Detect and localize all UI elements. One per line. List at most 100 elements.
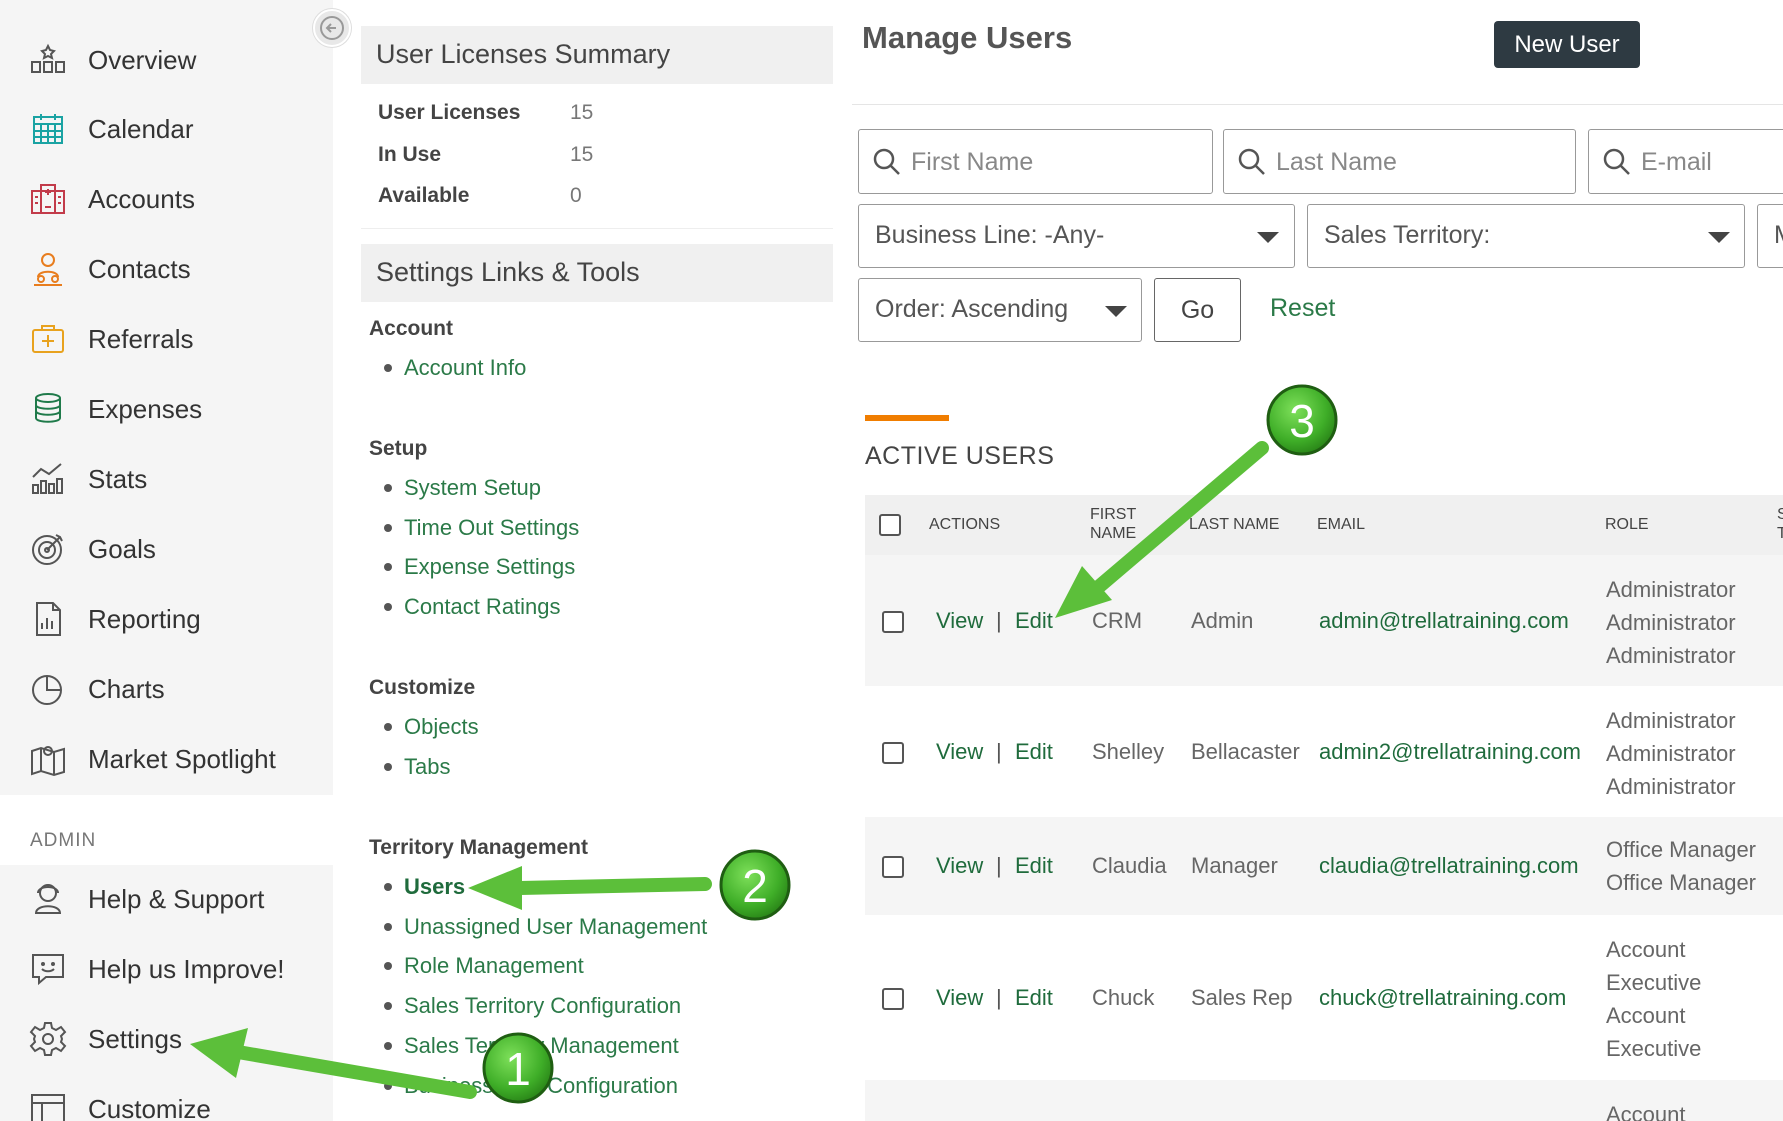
email-input[interactable] <box>1641 142 1783 182</box>
email-link[interactable]: admin2@trellatraining.com <box>1319 739 1581 765</box>
license-label: User Licenses <box>378 101 521 124</box>
sidebar-item-customize[interactable]: Customize <box>0 1078 333 1121</box>
reset-link[interactable]: Reset <box>1270 294 1335 323</box>
sidebar-item-referrals[interactable]: Referrals <box>0 308 333 370</box>
edit-link[interactable]: Edit <box>1015 853 1053 879</box>
sidebar-item-accounts[interactable]: Accounts <box>0 168 333 230</box>
select-all-checkbox[interactable] <box>879 514 901 536</box>
table-row: Account <box>865 1080 1783 1121</box>
column-header-partial-line2: T <box>1777 525 1783 542</box>
first-name-search-field[interactable] <box>858 129 1213 194</box>
email-link[interactable]: chuck@trellatraining.com <box>1319 985 1566 1011</box>
link-expense-settings[interactable]: Expense Settings <box>384 554 575 580</box>
column-header-email: EMAIL <box>1317 516 1366 533</box>
order-select[interactable]: Order: Ascending <box>858 278 1142 342</box>
link-business-line-configuration[interactable]: Business Line Configuration <box>384 1073 678 1099</box>
sidebar-item-label: Settings <box>88 1023 182 1054</box>
link-unassigned-user-management[interactable]: Unassigned User Management <box>384 914 707 940</box>
bullet <box>384 1042 392 1050</box>
reporting-icon <box>28 599 68 639</box>
table-row: View | Edit Claudia Manager claudia@trel… <box>865 817 1783 915</box>
edit-link[interactable]: Edit <box>1015 608 1053 634</box>
overview-icon <box>28 40 68 80</box>
row-checkbox[interactable] <box>882 742 904 764</box>
new-user-button[interactable]: New User <box>1494 21 1640 68</box>
email-link[interactable]: admin@trellatraining.com <box>1319 608 1569 634</box>
sidebar-item-stats[interactable]: Stats <box>0 448 333 510</box>
link-objects[interactable]: Objects <box>384 714 479 740</box>
sidebar-item-label: Accounts <box>88 183 195 214</box>
column-header-first-name-line2: NAME <box>1090 525 1137 542</box>
sidebar-item-label: Expenses <box>88 393 203 424</box>
license-value: 15 <box>570 101 594 124</box>
marker-3: 3 <box>1266 384 1338 456</box>
search-icon <box>1238 148 1265 175</box>
bullet <box>384 923 392 931</box>
link-account-info[interactable]: Account Info <box>384 355 526 381</box>
sidebar-item-charts[interactable]: Charts <box>0 658 333 720</box>
link-sales-territory-configuration[interactable]: Sales Territory Configuration <box>384 993 681 1019</box>
section-title-account: Account <box>369 317 453 340</box>
edit-link[interactable]: Edit <box>1015 739 1053 765</box>
sidebar-item-reporting[interactable]: Reporting <box>0 588 333 650</box>
sidebar-item-label: Referrals <box>88 323 194 354</box>
sidebar-item-help-improve[interactable]: Help us Improve! <box>0 938 333 1000</box>
last-name-input[interactable] <box>1276 142 1476 182</box>
sidebar-item-settings[interactable]: Settings <box>0 1008 333 1070</box>
email-link[interactable]: claudia@trellatraining.com <box>1319 853 1579 879</box>
chevron-down-icon <box>1257 232 1279 243</box>
sales-territory-select[interactable]: Sales Territory: <box>1307 204 1745 268</box>
bullet <box>384 723 392 731</box>
chevron-down-icon <box>1105 306 1127 317</box>
link-system-setup[interactable]: System Setup <box>384 475 541 501</box>
link-sales-territory-management[interactable]: Sales Territory Management <box>384 1033 679 1059</box>
order-value: Order: Ascending <box>875 295 1069 323</box>
view-link[interactable]: View <box>936 985 983 1011</box>
last-name-cell: Admin <box>1191 608 1254 633</box>
sidebar-item-market-spotlight[interactable]: Market Spotlight <box>0 728 333 790</box>
third-filter-value: M <box>1774 221 1783 250</box>
section-title-customize: Customize <box>369 676 476 699</box>
view-link[interactable]: View <box>936 608 983 634</box>
sidebar-item-goals[interactable]: Goals <box>0 518 333 580</box>
go-button[interactable]: Go <box>1154 278 1241 342</box>
link-contact-ratings[interactable]: Contact Ratings <box>384 594 561 620</box>
third-filter-select[interactable]: M <box>1757 204 1783 268</box>
sidebar-item-label: Stats <box>88 463 148 494</box>
email-search-field[interactable] <box>1588 129 1783 194</box>
role-cell: Account <box>1606 1102 1686 1121</box>
link-users[interactable]: Users <box>384 874 465 900</box>
edit-link[interactable]: Edit <box>1015 985 1053 1011</box>
row-checkbox[interactable] <box>882 611 904 633</box>
divider <box>852 104 1783 105</box>
business-line-select[interactable]: Business Line: -Any- <box>858 204 1295 268</box>
page-title: Manage Users <box>862 20 1073 55</box>
link-time-out-settings[interactable]: Time Out Settings <box>384 515 579 541</box>
view-link[interactable]: View <box>936 739 983 765</box>
bullet <box>384 484 392 492</box>
sidebar-item-expenses[interactable]: Expenses <box>0 378 333 440</box>
first-name-input[interactable] <box>911 142 1111 182</box>
sidebar-item-overview[interactable]: Overview <box>0 29 333 91</box>
bullet <box>384 364 392 372</box>
section-title-territory: Territory Management <box>369 836 588 859</box>
search-icon <box>873 148 900 175</box>
bullet <box>384 962 392 970</box>
active-users-title: ACTIVE USERS <box>865 442 1055 470</box>
sidebar-item-calendar[interactable]: Calendar <box>0 98 333 160</box>
row-checkbox[interactable] <box>882 856 904 878</box>
view-link[interactable]: View <box>936 853 983 879</box>
sidebar-item-help-support[interactable]: Help & Support <box>0 868 333 930</box>
last-name-search-field[interactable] <box>1223 129 1576 194</box>
action-separator: | <box>996 853 1002 878</box>
table-row: View | Edit Chuck Sales Rep chuck@trella… <box>865 915 1783 1080</box>
sidebar-item-contacts[interactable]: Contacts <box>0 238 333 300</box>
link-role-management[interactable]: Role Management <box>384 953 584 979</box>
license-value: 0 <box>570 184 582 207</box>
column-header-last-name: LAST NAME <box>1189 516 1280 533</box>
link-tabs[interactable]: Tabs <box>384 754 450 780</box>
sidebar-item-label: Help us Improve! <box>88 953 285 984</box>
admin-section-label: ADMIN <box>30 830 97 851</box>
row-checkbox[interactable] <box>882 988 904 1010</box>
first-name-cell: Shelley <box>1092 739 1165 764</box>
